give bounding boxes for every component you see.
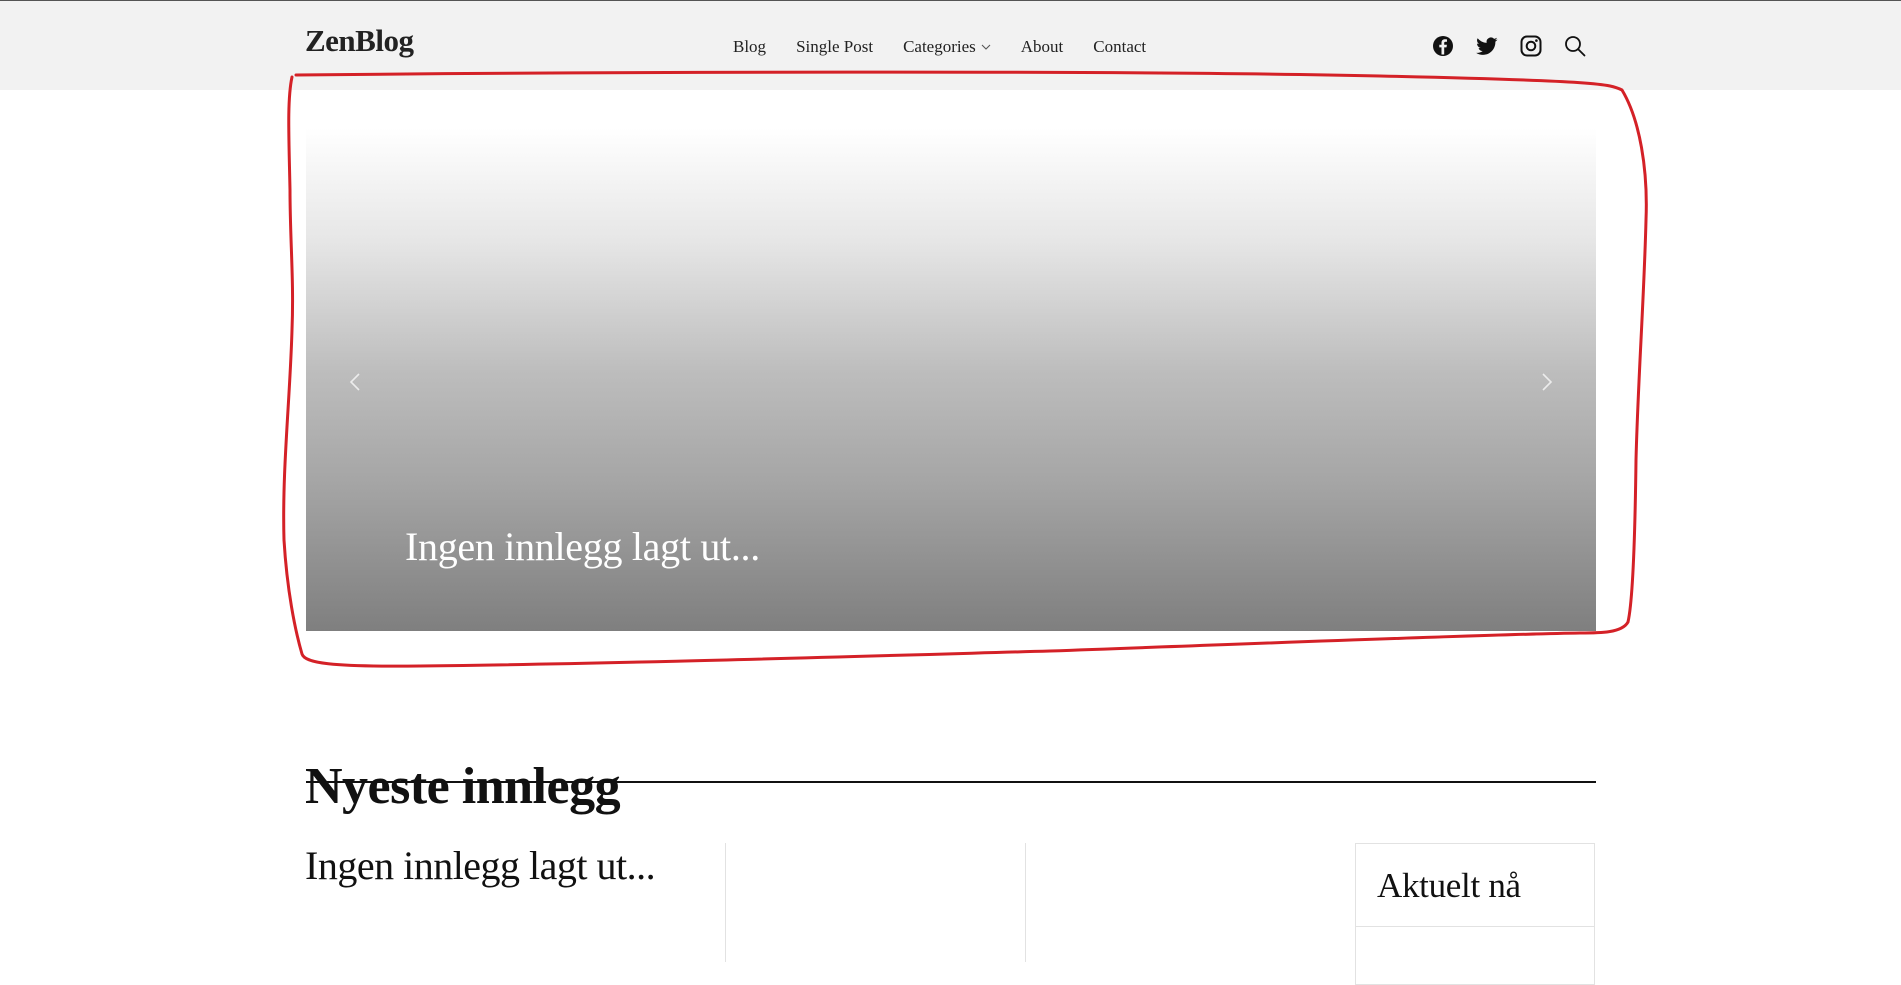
- column-divider: [725, 843, 726, 962]
- column-divider: [1025, 843, 1026, 962]
- nav-item-blog[interactable]: Blog: [733, 37, 766, 57]
- chevron-down-icon: [981, 44, 991, 50]
- chevron-right-icon: [1542, 373, 1553, 391]
- facebook-icon[interactable]: [1431, 34, 1455, 58]
- sidebar-title: Aktuelt nå: [1377, 866, 1521, 905]
- twitter-icon[interactable]: [1475, 34, 1499, 58]
- site-logo[interactable]: ZenBlog: [305, 23, 414, 59]
- sidebar-widget: Aktuelt nå: [1355, 843, 1595, 985]
- post-title[interactable]: Ingen innlegg lagt ut...: [305, 842, 656, 889]
- section-divider: [306, 781, 1596, 783]
- site-header: ZenBlog Blog Single Post Categories Abou…: [0, 1, 1901, 90]
- slider-prev-button[interactable]: [344, 367, 366, 397]
- nav-item-single-post[interactable]: Single Post: [796, 37, 873, 57]
- nav-item-contact[interactable]: Contact: [1093, 37, 1146, 57]
- instagram-icon[interactable]: [1519, 34, 1543, 58]
- search-icon[interactable]: [1563, 34, 1587, 58]
- sidebar-separator: [1356, 926, 1594, 927]
- slider-next-button[interactable]: [1536, 367, 1558, 397]
- nav-item-about[interactable]: About: [1021, 37, 1064, 57]
- nav-item-categories[interactable]: Categories: [903, 37, 991, 57]
- hero-slider: Ingen innlegg lagt ut...: [306, 90, 1596, 631]
- section-title: Nyeste innlegg: [305, 758, 621, 816]
- chevron-left-icon: [349, 373, 360, 391]
- main-nav: Blog Single Post Categories About Contac…: [733, 37, 1146, 57]
- nav-item-categories-label: Categories: [903, 37, 976, 56]
- slider-caption[interactable]: Ingen innlegg lagt ut...: [405, 523, 760, 570]
